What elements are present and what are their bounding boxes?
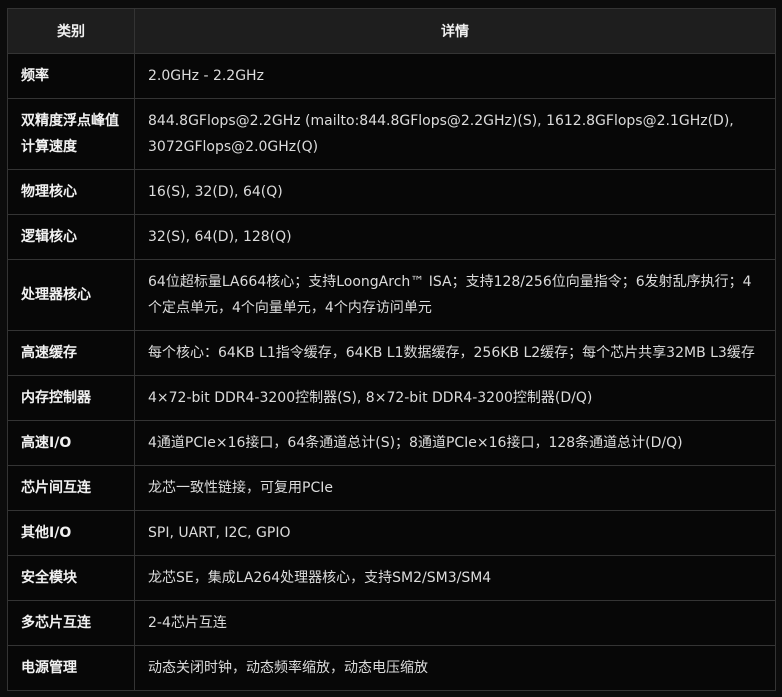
- row-details: 每个核心：64KB L1指令缓存，64KB L1数据缓存，256KB L2缓存；…: [134, 330, 776, 376]
- table-row: 其他I/O SPI, UART, I2C, GPIO: [7, 510, 776, 556]
- table-row: 高速I/O 4通道PCIe×16接口，64条通道总计(S)；8通道PCIe×16…: [7, 420, 776, 466]
- table-row: 双精度浮点峰值计算速度 844.8GFlops@2.2GHz (mailto:8…: [7, 98, 776, 170]
- row-details: 龙芯一致性链接，可复用PCIe: [134, 465, 776, 511]
- row-details: 64位超标量LA664核心；支持LoongArch™ ISA；支持128/256…: [134, 259, 776, 331]
- spec-table-container: 类别 详情 频率 2.0GHz - 2.2GHz 双精度浮点峰值计算速度 844…: [7, 8, 776, 691]
- table-row: 安全模块 龙芯SE，集成LA264处理器核心，支持SM2/SM3/SM4: [7, 555, 776, 601]
- row-category: 逻辑核心: [7, 214, 135, 260]
- row-category: 电源管理: [7, 645, 135, 691]
- header-category: 类别: [7, 8, 135, 54]
- row-category: 其他I/O: [7, 510, 135, 556]
- table-row: 电源管理 动态关闭时钟，动态频率缩放，动态电压缩放: [7, 645, 776, 691]
- table-row: 频率 2.0GHz - 2.2GHz: [7, 53, 776, 99]
- table-row: 逻辑核心 32(S), 64(D), 128(Q): [7, 214, 776, 260]
- row-category: 处理器核心: [7, 259, 135, 331]
- row-details: SPI, UART, I2C, GPIO: [134, 510, 776, 556]
- row-details: 4×72-bit DDR4-3200控制器(S), 8×72-bit DDR4-…: [134, 375, 776, 421]
- row-category: 芯片间互连: [7, 465, 135, 511]
- row-details: 动态关闭时钟，动态频率缩放，动态电压缩放: [134, 645, 776, 691]
- row-category: 频率: [7, 53, 135, 99]
- row-category: 内存控制器: [7, 375, 135, 421]
- table-row: 高速缓存 每个核心：64KB L1指令缓存，64KB L1数据缓存，256KB …: [7, 330, 776, 376]
- row-details: 844.8GFlops@2.2GHz (mailto:844.8GFlops@2…: [134, 98, 776, 170]
- table-row: 物理核心 16(S), 32(D), 64(Q): [7, 169, 776, 215]
- row-details: 龙芯SE，集成LA264处理器核心，支持SM2/SM3/SM4: [134, 555, 776, 601]
- table-row: 内存控制器 4×72-bit DDR4-3200控制器(S), 8×72-bit…: [7, 375, 776, 421]
- row-category: 多芯片互连: [7, 600, 135, 646]
- table-row: 多芯片互连 2-4芯片互连: [7, 600, 776, 646]
- row-category: 双精度浮点峰值计算速度: [7, 98, 135, 170]
- spec-table: 类别 详情 频率 2.0GHz - 2.2GHz 双精度浮点峰值计算速度 844…: [7, 8, 776, 691]
- row-details: 4通道PCIe×16接口，64条通道总计(S)；8通道PCIe×16接口，128…: [134, 420, 776, 466]
- row-category: 高速缓存: [7, 330, 135, 376]
- row-details: 2.0GHz - 2.2GHz: [134, 53, 776, 99]
- table-header-row: 类别 详情: [7, 8, 776, 54]
- row-category: 物理核心: [7, 169, 135, 215]
- row-category: 安全模块: [7, 555, 135, 601]
- table-row: 处理器核心 64位超标量LA664核心；支持LoongArch™ ISA；支持1…: [7, 259, 776, 331]
- header-details: 详情: [134, 8, 776, 54]
- row-category: 高速I/O: [7, 420, 135, 466]
- row-details: 2-4芯片互连: [134, 600, 776, 646]
- table-row: 芯片间互连 龙芯一致性链接，可复用PCIe: [7, 465, 776, 511]
- row-details: 16(S), 32(D), 64(Q): [134, 169, 776, 215]
- row-details: 32(S), 64(D), 128(Q): [134, 214, 776, 260]
